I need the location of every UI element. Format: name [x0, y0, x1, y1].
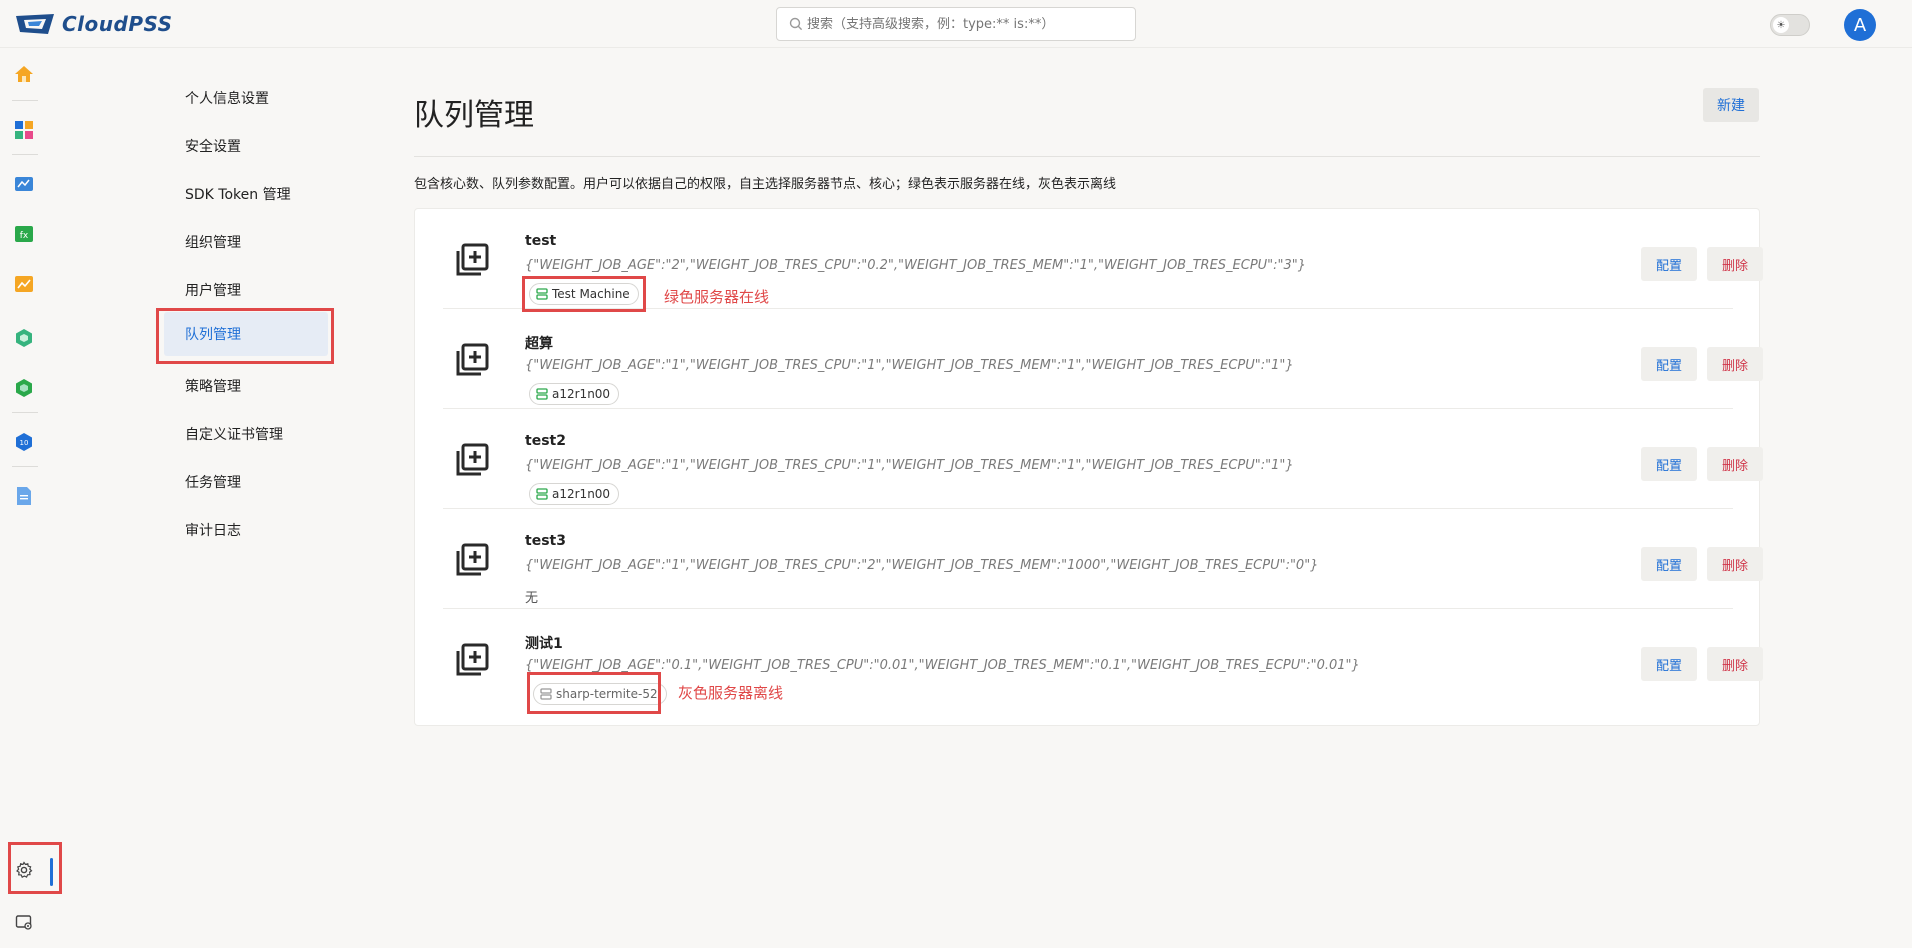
search-box[interactable] — [776, 7, 1136, 41]
queue-params: {"WEIGHT_JOB_AGE":"1","WEIGHT_JOB_TRES_C… — [525, 358, 1294, 373]
queue-name: test3 — [525, 533, 566, 549]
formula-icon[interactable]: fx — [14, 224, 34, 244]
svg-text:10: 10 — [20, 439, 29, 447]
logo-text: CloudPSS — [62, 12, 173, 36]
home-icon[interactable] — [14, 64, 34, 84]
queue-name: test — [525, 233, 557, 249]
config-button[interactable]: 配置 — [1641, 247, 1697, 281]
add-queue-icon — [456, 643, 489, 676]
nav-item-users[interactable]: 用户管理 — [160, 268, 330, 312]
queue-row: 超算 {"WEIGHT_JOB_AGE":"1","WEIGHT_JOB_TRE… — [443, 309, 1763, 409]
queue-params: {"WEIGHT_JOB_AGE":"1","WEIGHT_JOB_TRES_C… — [525, 458, 1294, 473]
add-queue-icon — [456, 443, 489, 476]
search-input[interactable] — [807, 16, 1127, 32]
chart-icon[interactable] — [14, 274, 34, 294]
delete-button[interactable]: 删除 — [1707, 547, 1763, 581]
queue-nav-highlight-box — [156, 308, 334, 364]
logo[interactable]: CloudPSS — [14, 12, 173, 36]
config-button[interactable]: 配置 — [1641, 647, 1697, 681]
logo-icon — [16, 14, 54, 34]
online-annotation: 绿色服务器在线 — [664, 288, 770, 306]
svg-text:fx: fx — [20, 231, 29, 241]
admin-settings-icon[interactable] — [14, 912, 34, 932]
icon-rail: fx 10 — [0, 48, 48, 948]
settings-highlight-box — [8, 842, 62, 894]
nav-item-security[interactable]: 安全设置 — [160, 124, 330, 168]
server-name: a12r1n00 — [552, 487, 611, 501]
config-button[interactable]: 配置 — [1641, 347, 1697, 381]
page-description: 包含核心数、队列参数配置。用户可以依据自己的权限，自主选择服务器节点、核心；绿色… — [414, 177, 1117, 192]
add-queue-icon — [456, 343, 489, 376]
config-button[interactable]: 配置 — [1641, 547, 1697, 581]
nav-item-policy[interactable]: 策略管理 — [160, 364, 330, 408]
server-tag-online: a12r1n00 — [529, 483, 620, 505]
queue-row: test2 {"WEIGHT_JOB_AGE":"1","WEIGHT_JOB_… — [443, 409, 1763, 509]
add-queue-icon — [456, 543, 489, 576]
apps-icon[interactable] — [14, 120, 34, 140]
queue-name: 超算 — [525, 336, 553, 352]
delete-button[interactable]: 删除 — [1707, 247, 1763, 281]
online-server-highlight-box — [522, 276, 646, 312]
new-queue-button[interactable]: 新建 — [1703, 88, 1759, 122]
search-icon — [789, 17, 803, 31]
queue-name: test2 — [525, 433, 566, 449]
nav-item-tasks[interactable]: 任务管理 — [160, 460, 330, 504]
diagram-icon[interactable] — [14, 174, 34, 194]
avatar[interactable]: A — [1844, 9, 1876, 41]
offline-annotation: 灰色服务器离线 — [678, 684, 784, 702]
nav-item-organization[interactable]: 组织管理 — [160, 220, 330, 264]
model-icon[interactable] — [14, 328, 34, 348]
nav-item-audit-log[interactable]: 审计日志 — [160, 508, 330, 552]
config-button[interactable]: 配置 — [1641, 447, 1697, 481]
server-online-icon — [536, 388, 548, 400]
rail-active-indicator — [50, 858, 53, 886]
queue-params: {"WEIGHT_JOB_AGE":"1","WEIGHT_JOB_TRES_C… — [525, 558, 1319, 573]
delete-button[interactable]: 删除 — [1707, 647, 1763, 681]
model-icon-2[interactable] — [14, 378, 34, 398]
page-title: 队列管理 — [414, 98, 534, 133]
nav-item-sdk-token[interactable]: SDK Token 管理 — [160, 172, 330, 216]
queue-params: {"WEIGHT_JOB_AGE":"0.1","WEIGHT_JOB_TRES… — [525, 658, 1360, 673]
theme-toggle[interactable]: ☀ — [1770, 14, 1810, 36]
offline-server-highlight-box — [527, 672, 661, 714]
add-queue-icon — [456, 243, 489, 276]
no-server-text: 无 — [525, 591, 539, 606]
server-name: a12r1n00 — [552, 387, 611, 401]
nav-item-profile[interactable]: 个人信息设置 — [160, 76, 330, 120]
delete-button[interactable]: 删除 — [1707, 447, 1763, 481]
document-icon[interactable] — [14, 486, 34, 506]
divider — [414, 156, 1760, 157]
server-tag-online: a12r1n00 — [529, 383, 620, 405]
top-bar: CloudPSS ☀ A — [0, 0, 1912, 48]
queue-name: 测试1 — [525, 636, 563, 652]
data-icon[interactable]: 10 — [14, 432, 34, 452]
queue-params: {"WEIGHT_JOB_AGE":"2","WEIGHT_JOB_TRES_C… — [525, 258, 1307, 273]
delete-button[interactable]: 删除 — [1707, 347, 1763, 381]
nav-item-certificate[interactable]: 自定义证书管理 — [160, 412, 330, 456]
sun-icon: ☀ — [1773, 17, 1789, 33]
server-online-icon — [536, 488, 548, 500]
queue-row: test3 {"WEIGHT_JOB_AGE":"1","WEIGHT_JOB_… — [443, 509, 1763, 609]
